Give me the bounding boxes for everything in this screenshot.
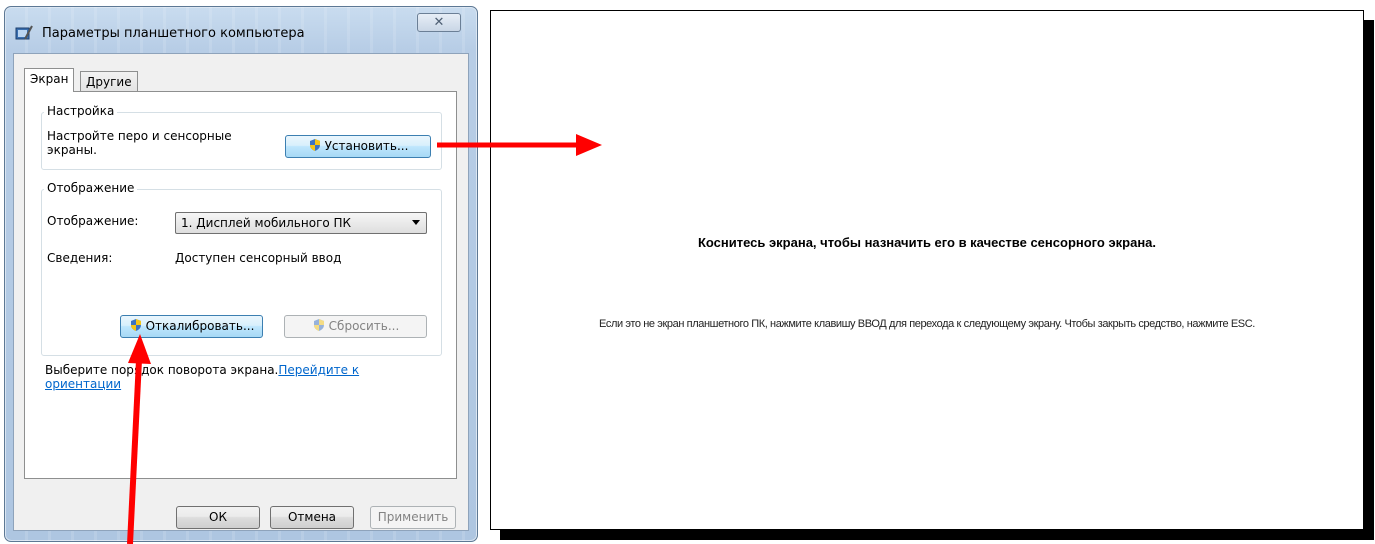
uac-shield-icon — [313, 319, 324, 331]
calibrate-button[interactable]: Откалибровать... — [120, 315, 263, 338]
calibration-instruction: Коснитесь экрана, чтобы назначить его в … — [697, 235, 1157, 250]
cancel-button[interactable]: Отмена — [270, 506, 354, 529]
ok-button[interactable]: ОК — [176, 506, 260, 529]
close-icon: ✕ — [433, 15, 445, 30]
calibration-screen[interactable]: Коснитесь экрана, чтобы назначить его в … — [490, 10, 1364, 530]
close-button[interactable]: ✕ — [417, 13, 461, 32]
display-select[interactable]: 1. Дисплей мобильного ПК — [175, 212, 427, 234]
title-bar[interactable]: Параметры планшетного компьютера ✕ — [5, 7, 477, 53]
display-label: Отображение: — [47, 214, 139, 228]
calibration-hint: Если это не экран планшетного ПК, нажмит… — [599, 318, 1255, 330]
details-value: Доступен сенсорный ввод — [175, 251, 342, 265]
setup-button[interactable]: Установить... — [285, 135, 431, 158]
orientation-link-part2[interactable]: ориентации — [45, 377, 121, 391]
tab-other[interactable]: Другие — [80, 71, 138, 92]
reset-button-label: Сбросить... — [328, 319, 400, 333]
tablet-pen-icon — [15, 25, 33, 40]
apply-button[interactable]: Применить — [370, 506, 456, 529]
orientation-text: Выберите порядок поворота экрана.Перейди… — [45, 363, 359, 377]
uac-shield-icon — [309, 139, 320, 151]
orientation-description: Выберите порядок поворота экрана. — [45, 363, 279, 377]
details-label: Сведения: — [47, 251, 113, 265]
calibrate-button-label: Откалибровать... — [145, 319, 255, 333]
reset-button[interactable]: Сбросить... — [284, 315, 427, 338]
orientation-link-part1[interactable]: Перейдите к — [278, 363, 359, 377]
tablet-settings-dialog: Параметры планшетного компьютера ✕ Экран… — [4, 6, 478, 542]
tab-screen-label: Экран — [30, 72, 69, 86]
setup-button-label: Установить... — [324, 139, 409, 153]
tab-panel-screen: Настройка Настройте перо и сенсорные экр… — [24, 91, 457, 479]
uac-shield-icon — [130, 319, 141, 331]
ok-button-label: ОК — [209, 510, 227, 524]
window-title: Параметры планшетного компьютера — [42, 26, 305, 41]
chevron-down-icon — [412, 220, 420, 225]
setup-description-line2: экраны. — [47, 143, 97, 157]
setup-group-label: Настройка — [44, 104, 118, 118]
display-selected-value: 1. Дисплей мобильного ПК — [181, 216, 352, 230]
setup-description-line1: Настройте перо и сенсорные — [47, 129, 232, 143]
apply-button-label: Применить — [377, 510, 449, 524]
tab-other-label: Другие — [86, 75, 132, 89]
tab-screen[interactable]: Экран — [24, 68, 75, 92]
dialog-client-area: Экран Другие Настройка Настройте перо и … — [13, 53, 469, 531]
cancel-button-label: Отмена — [287, 510, 337, 524]
display-group-label: Отображение — [44, 181, 138, 195]
